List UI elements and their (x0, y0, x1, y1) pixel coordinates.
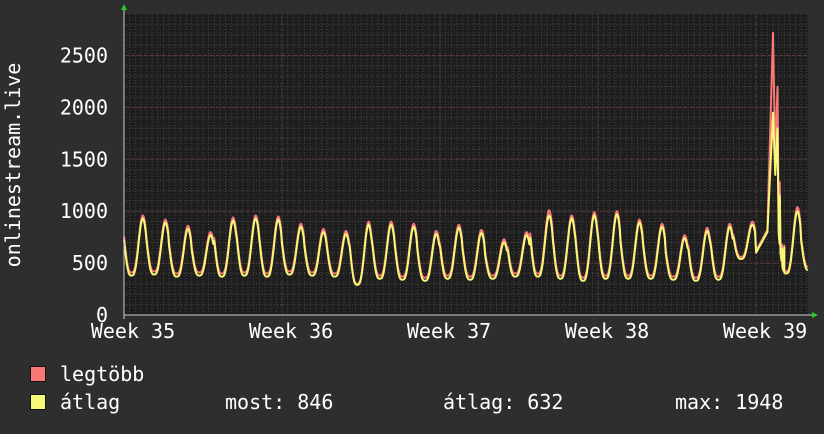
y-tick-label: 2000 (60, 95, 108, 119)
legend-swatch-avg (30, 394, 46, 410)
legend-item-avg: átlag (30, 390, 120, 414)
x-axis-arrow (812, 312, 818, 318)
legend-swatch-max (30, 366, 46, 382)
x-tick-label: Week 35 (91, 319, 175, 343)
legend-item-max: legtöbb (30, 362, 144, 386)
y-tick-label: 2500 (60, 44, 108, 68)
y-tick-label: 1500 (60, 147, 108, 171)
y-axis-title: onlinestream.live (1, 63, 25, 268)
x-tick-label: Week 39 (723, 319, 807, 343)
legend-label-avg: átlag (60, 390, 121, 414)
y-axis-arrow (121, 4, 127, 10)
chart-panel: 0 500 1000 1500 2000 2500 Week 35 Week 36 Week 3… (0, 0, 824, 430)
stat-max: max: 1948 (675, 390, 784, 414)
y-tick-label: 500 (72, 251, 108, 275)
x-tick-label: Week 37 (407, 319, 491, 343)
y-tick-label: 1000 (60, 199, 108, 223)
legend-label-max: legtöbb (60, 362, 145, 386)
x-tick-label: Week 36 (249, 319, 333, 343)
x-tick-label: Week 38 (565, 319, 649, 343)
stat-average: átlag: 632 (443, 390, 564, 414)
stat-now: most: 846 (225, 390, 334, 414)
